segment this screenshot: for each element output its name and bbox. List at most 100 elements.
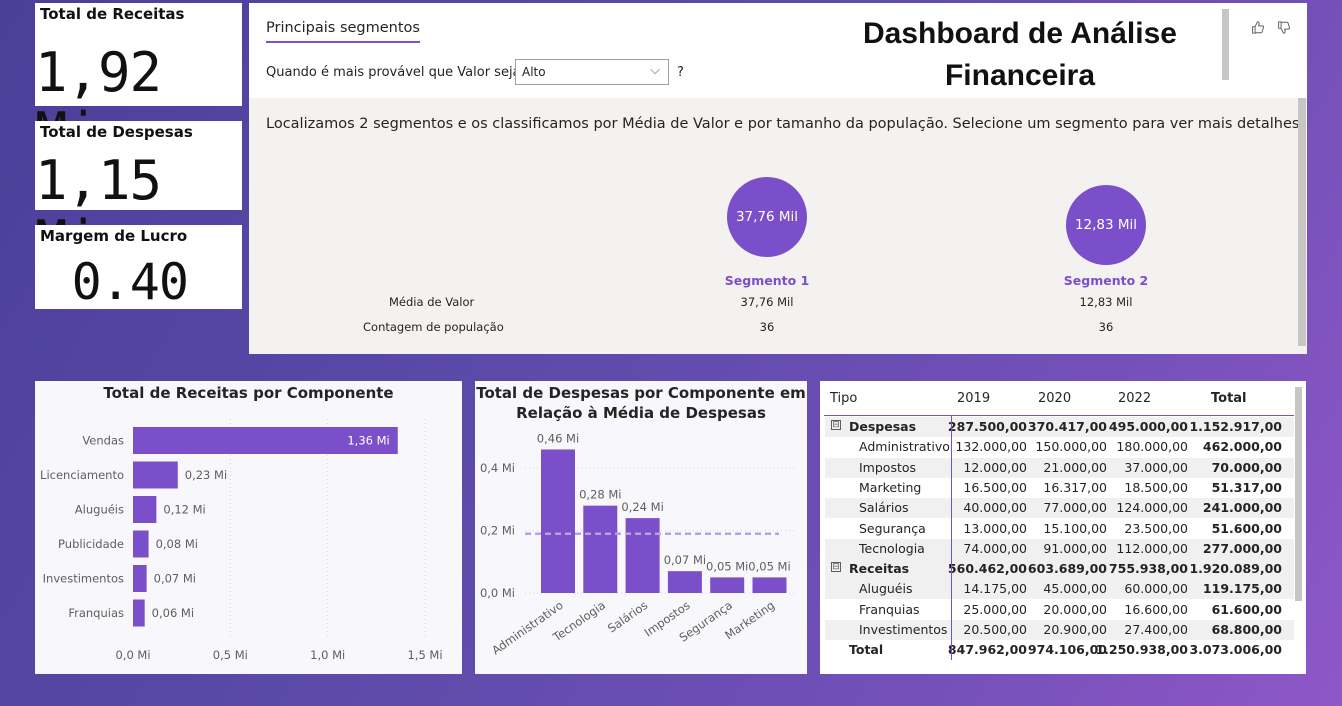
segments-scrollbar[interactable]: [1298, 98, 1306, 346]
segment-question: Quando é mais provável que Valor seja: [266, 65, 521, 80]
table-row[interactable]: Marketing 16.500,00 16.317,00 18.500,00 51.3…: [825, 478, 1294, 498]
column-divider: [951, 415, 952, 660]
row-label-count: Contagem de população: [363, 320, 504, 334]
collapse-icon[interactable]: ⊟: [831, 420, 841, 430]
table-row[interactable]: Total 847.962,00 974.106,00 1.250.938,00 3.0…: [825, 640, 1294, 660]
table-row[interactable]: Administrativo 132.000,00 150.000,00 180.00…: [825, 437, 1294, 457]
bar[interactable]: [752, 577, 787, 593]
row-label: Marketing: [859, 479, 922, 495]
question-mark: ?: [677, 65, 684, 80]
cell-value: 1.920.089,00: [1189, 561, 1282, 577]
dashboard-title: Dashboard de Análise Financeira: [820, 13, 1220, 97]
receitas-chart-card: Total de Receitas por Componente 0,0 Mi 0…: [35, 381, 462, 674]
y-tick-label: 0,4 Mi: [480, 461, 515, 475]
cell-value: 277.000,00: [1202, 540, 1282, 556]
segment-1-avg: 37,76 Mil: [740, 295, 794, 309]
header-total[interactable]: Total: [1211, 391, 1247, 406]
row-label: Franquias: [859, 601, 920, 617]
cell-value: 61.600,00: [1211, 601, 1282, 617]
title-scrollbar[interactable]: [1222, 9, 1229, 80]
row-label: Receitas: [849, 561, 910, 577]
value-select[interactable]: Alto ⌵: [515, 59, 669, 85]
tab-principais-segmentos[interactable]: Principais segmentos: [266, 20, 420, 43]
category-label: Administrativo: [489, 598, 566, 657]
cell-value: 37.000,00: [1124, 459, 1188, 475]
data-label: 0,24 Mi: [621, 500, 663, 514]
cell-value: 18.500,00: [1124, 479, 1188, 495]
cell-value: 462.000,00: [1202, 439, 1282, 455]
bar[interactable]: [667, 571, 702, 593]
data-label: 0,07 Mi: [664, 553, 706, 567]
chevron-down-icon: ⌵: [650, 63, 660, 78]
header-2020[interactable]: 2020: [1038, 391, 1071, 406]
row-label: Tecnologia: [859, 540, 925, 556]
despesas-chart-card: Total de Despesas por Componente em Rela…: [475, 381, 807, 674]
table-row[interactable]: ⊟ Receitas 560.462,00 603.689,00 755.938,00 1…: [825, 559, 1294, 580]
table-row[interactable]: Investimentos 20.500,00 20.900,00 27.400,00…: [825, 620, 1294, 640]
cell-value: 495.000,00: [1108, 419, 1188, 434]
x-tick-label: 0,5 Mi: [213, 648, 248, 662]
category-label: Vendas: [82, 434, 124, 448]
bar[interactable]: [133, 461, 178, 489]
thumb-down-icon[interactable]: [1277, 21, 1291, 38]
segment-1-count: 36: [759, 320, 775, 334]
cell-value: 124.000,00: [1116, 500, 1188, 516]
feedback-icons: [1251, 21, 1299, 38]
x-tick-label: 1,0 Mi: [310, 648, 345, 662]
thumb-down-svg: [1278, 21, 1291, 34]
thumb-up-icon[interactable]: [1251, 21, 1268, 38]
cell-value: 23.500,00: [1124, 520, 1188, 536]
table-row[interactable]: Tecnologia 74.000,00 91.000,00 112.000,00 27…: [825, 538, 1294, 559]
category-label: Franquias: [68, 606, 124, 620]
category-label: Aluguéis: [75, 503, 124, 517]
row-label: Segurança: [859, 520, 926, 536]
row-label-avg: Média de Valor: [389, 295, 475, 309]
table-row[interactable]: Franquias 25.000,00 20.000,00 16.600,00 61.6…: [825, 600, 1294, 620]
receitas-chart: 0,0 Mi 0,5 Mi 1,0 Mi 1,5 Mi Vendas 1,36 Mi Lic…: [40, 419, 443, 662]
bar[interactable]: [133, 599, 145, 627]
table-row[interactable]: Segurança 13.000,00 15.100,00 23.500,00 51.6…: [825, 519, 1294, 539]
segments-header: Principais segmentos Quando é mais prová…: [249, 3, 1307, 98]
table-row[interactable]: ⊟ Despesas 287.500,00 370.417,00 495.000,00 1…: [825, 417, 1294, 437]
data-label: 0,07 Mi: [154, 572, 196, 586]
dashboard-title-line2: Financeira: [944, 59, 1096, 92]
cell-value: 241.000,00: [1202, 500, 1282, 516]
cell-value: 68.800,00: [1211, 622, 1282, 637]
data-label: 0,06 Mi: [152, 606, 194, 620]
segment-1-bubble[interactable]: 37,76 Mil: [727, 177, 807, 257]
header-tipo[interactable]: Tipo: [830, 391, 857, 406]
segment-2-count: 36: [1098, 320, 1114, 334]
kpi-title: Margem de Lucro: [40, 227, 188, 245]
bar[interactable]: [625, 518, 660, 593]
header-2019[interactable]: 2019: [957, 391, 990, 406]
collapse-icon[interactable]: ⊟: [831, 562, 841, 573]
bar[interactable]: [133, 530, 149, 558]
dashboard-title-line1: Dashboard de Análise: [863, 17, 1177, 50]
bar[interactable]: [541, 449, 575, 593]
segments-description: Localizamos 2 segmentos e os classificam…: [266, 116, 1305, 132]
table-row[interactable]: Aluguéis 14.175,00 45.000,00 60.000,00 119.1…: [825, 579, 1294, 600]
data-label: 0,05 Mi: [706, 559, 748, 573]
table-row[interactable]: Impostos 12.000,00 21.000,00 37.000,00 70.00…: [825, 457, 1294, 478]
data-label: 0,46 Mi: [537, 431, 579, 445]
cell-value: 51.317,00: [1211, 479, 1282, 495]
bar[interactable]: [710, 577, 745, 593]
bar[interactable]: [583, 505, 618, 593]
cell-value: 70.000,00: [1211, 459, 1282, 475]
segment-1-name[interactable]: Segmento 1: [707, 273, 827, 288]
x-tick-label: 1,5 Mi: [407, 648, 442, 662]
cell-value: 112.000,00: [1116, 540, 1188, 556]
header-2022[interactable]: 2022: [1118, 391, 1151, 406]
thumb-up-svg: [1252, 21, 1264, 34]
matrix-scrollbar[interactable]: [1295, 387, 1302, 601]
table-row[interactable]: Salários 40.000,00 77.000,00 124.000,00 241.…: [825, 498, 1294, 519]
value-select-label: Alto: [522, 65, 546, 79]
bar[interactable]: [133, 496, 157, 523]
segment-2-name[interactable]: Segmento 2: [1046, 273, 1166, 288]
header-divider: [824, 415, 1294, 416]
data-label: 0,28 Mi: [579, 488, 621, 502]
kpi-card-margem: Margem de Lucro 0.40: [35, 225, 242, 311]
segment-2-bubble[interactable]: 12,83 Mil: [1066, 185, 1146, 265]
bar[interactable]: [133, 565, 147, 592]
finance-matrix: Tipo 2019 2020 2022 Total ⊟ Despesas 287.5…: [820, 381, 1306, 674]
